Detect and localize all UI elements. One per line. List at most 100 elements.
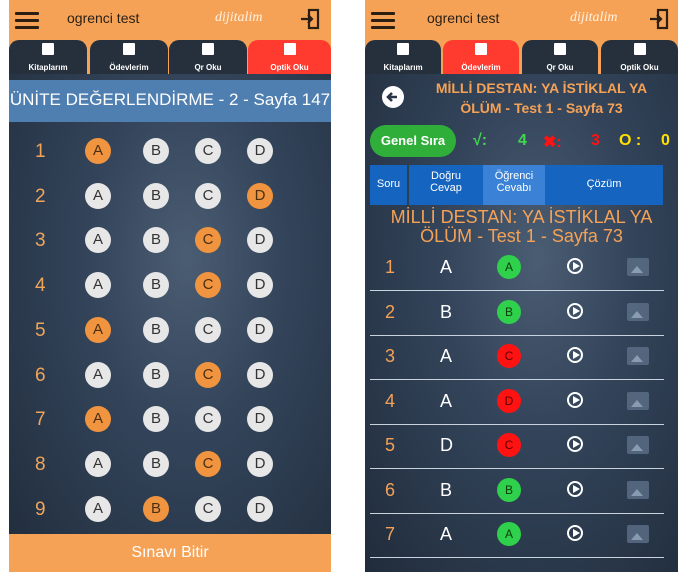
option-b-bubble[interactable]: B — [143, 450, 169, 477]
option-c-bubble[interactable]: C — [195, 227, 221, 254]
column-correct-answer: Doğru Cevap — [409, 165, 483, 205]
play-solution-icon[interactable] — [567, 480, 583, 497]
option-b-bubble[interactable]: B — [143, 272, 169, 299]
optic-form-screen: ogrenci test dijitalim Kitaplarım Ödevler… — [9, 0, 331, 572]
tab-label: Qr Oku — [546, 63, 574, 72]
option-d-bubble[interactable]: D — [247, 272, 273, 299]
logout-icon[interactable] — [648, 8, 670, 30]
image-solution-icon[interactable] — [627, 391, 649, 410]
image-solution-icon[interactable] — [627, 302, 649, 321]
image-solution-icon[interactable] — [627, 347, 649, 365]
correct-answer: A — [440, 524, 453, 544]
exam-title-bar: ÜNİTE DEĞERLENDİRME - 2 - Sayfa 147 — [9, 80, 331, 122]
option-b-bubble[interactable]: B — [143, 227, 169, 254]
option-a-bubble[interactable]: A — [85, 361, 111, 388]
image-solution-icon[interactable] — [627, 480, 649, 499]
hamburger-menu-icon[interactable] — [371, 10, 395, 30]
option-b-bubble[interactable]: B — [143, 361, 169, 388]
play-solution-icon[interactable] — [567, 302, 583, 319]
option-a-bubble[interactable]: A — [85, 182, 111, 209]
wrong-symbol: ✖: — [543, 134, 562, 151]
tab-homework[interactable]: Ödevlerim — [90, 40, 168, 74]
tab-qr[interactable]: Qr Oku — [522, 40, 598, 74]
question-row: 7 A BCD — [9, 399, 331, 443]
logout-icon[interactable] — [299, 8, 321, 30]
finish-exam-label: Sınavı Bitir — [131, 544, 209, 561]
option-c-bubble[interactable]: C — [195, 450, 221, 477]
back-arrow-icon[interactable] — [382, 86, 404, 108]
book-icon — [42, 43, 54, 55]
option-c-bubble[interactable]: C — [195, 361, 221, 388]
tab-homework[interactable]: Ödevlerim — [443, 40, 519, 74]
option-a-bubble[interactable]: A — [85, 495, 111, 522]
tab-label: Qr Oku — [194, 63, 222, 72]
option-b-bubble[interactable]: B — [143, 316, 169, 343]
answer-row: 2 B B — [370, 291, 664, 336]
student-answer-badge: B — [497, 299, 521, 324]
image-solution-icon[interactable] — [627, 258, 649, 276]
option-a-bubble[interactable]: A — [85, 316, 111, 343]
play-solution-icon[interactable] — [567, 258, 583, 274]
option-b-bubble[interactable]: B — [143, 182, 169, 209]
question-number: 6 — [35, 364, 46, 386]
play-solution-icon[interactable] — [567, 436, 583, 452]
question-row: 6 A BCD — [9, 355, 331, 399]
tab-optic-form[interactable]: Optik Oku — [248, 40, 331, 74]
option-d-bubble[interactable]: D — [247, 182, 273, 209]
option-d-bubble[interactable]: D — [247, 406, 273, 433]
option-d-bubble[interactable]: D — [247, 495, 273, 522]
option-d-bubble[interactable]: D — [247, 138, 273, 164]
question-number: 3 — [385, 346, 396, 366]
tab-bar: Kitaplarım Ödevlerim Qr Oku Optik Oku — [9, 40, 331, 74]
option-d-bubble[interactable]: D — [247, 450, 273, 477]
correct-symbol: √: — [473, 132, 488, 149]
correct-answer: A — [440, 257, 453, 277]
image-solution-icon[interactable] — [627, 525, 649, 543]
optic-form-icon — [633, 43, 646, 55]
option-b-bubble[interactable]: B — [143, 138, 169, 164]
tab-book[interactable]: Kitaplarım — [365, 40, 441, 74]
option-d-bubble[interactable]: D — [247, 316, 273, 343]
column-question: Soru — [370, 165, 407, 205]
option-c-bubble[interactable]: C — [195, 406, 221, 433]
option-d-bubble[interactable]: D — [247, 227, 273, 254]
tab-label: Ödevlerim — [109, 63, 149, 72]
general-rank-button[interactable]: Genel Sıra — [370, 125, 456, 157]
tab-label: Ödevlerim — [461, 63, 501, 72]
option-a-bubble[interactable]: A — [85, 138, 111, 164]
wrong-count: 3 — [591, 132, 600, 149]
section-title-line-2: ÖLÜM - Test 1 - Sayfa 73 — [420, 226, 623, 246]
finish-exam-button[interactable]: Sınavı Bitir — [9, 534, 331, 572]
play-solution-icon[interactable] — [567, 525, 583, 541]
option-a-bubble[interactable]: A — [85, 406, 111, 433]
answer-row: 7 A A — [370, 513, 664, 558]
option-a-bubble[interactable]: A — [85, 450, 111, 477]
brand-logo: dijitalim — [215, 10, 263, 25]
option-b-bubble[interactable]: B — [143, 495, 169, 522]
tab-qr[interactable]: Qr Oku — [169, 40, 247, 74]
question-number: 6 — [385, 479, 396, 500]
image-solution-icon[interactable] — [627, 436, 649, 454]
student-answer-badge: C — [497, 344, 521, 368]
answer-row: 6 B B — [370, 469, 664, 514]
question-number: 8 — [35, 453, 46, 475]
option-d-bubble[interactable]: D — [247, 361, 273, 388]
option-c-bubble[interactable]: C — [195, 182, 221, 209]
question-number: 7 — [385, 524, 396, 544]
results-screen: ogrenci test dijitalim Kitaplarım Ödevler… — [365, 0, 678, 572]
tab-book[interactable]: Kitaplarım — [9, 40, 87, 74]
play-solution-icon[interactable] — [567, 347, 583, 363]
tab-optic-form[interactable]: Optik Oku — [601, 40, 678, 74]
option-c-bubble[interactable]: C — [195, 495, 221, 522]
option-c-bubble[interactable]: C — [195, 272, 221, 299]
column-student-answer: Öğrenci Cevabı — [483, 165, 545, 205]
play-solution-icon[interactable] — [567, 391, 583, 408]
hamburger-menu-icon[interactable] — [15, 10, 39, 30]
question-row: 8 A BCD — [9, 444, 331, 488]
question-number: 2 — [35, 185, 46, 207]
option-b-bubble[interactable]: B — [143, 406, 169, 433]
option-c-bubble[interactable]: C — [195, 138, 221, 164]
option-a-bubble[interactable]: A — [85, 227, 111, 254]
option-c-bubble[interactable]: C — [195, 316, 221, 343]
option-a-bubble[interactable]: A — [85, 272, 111, 299]
